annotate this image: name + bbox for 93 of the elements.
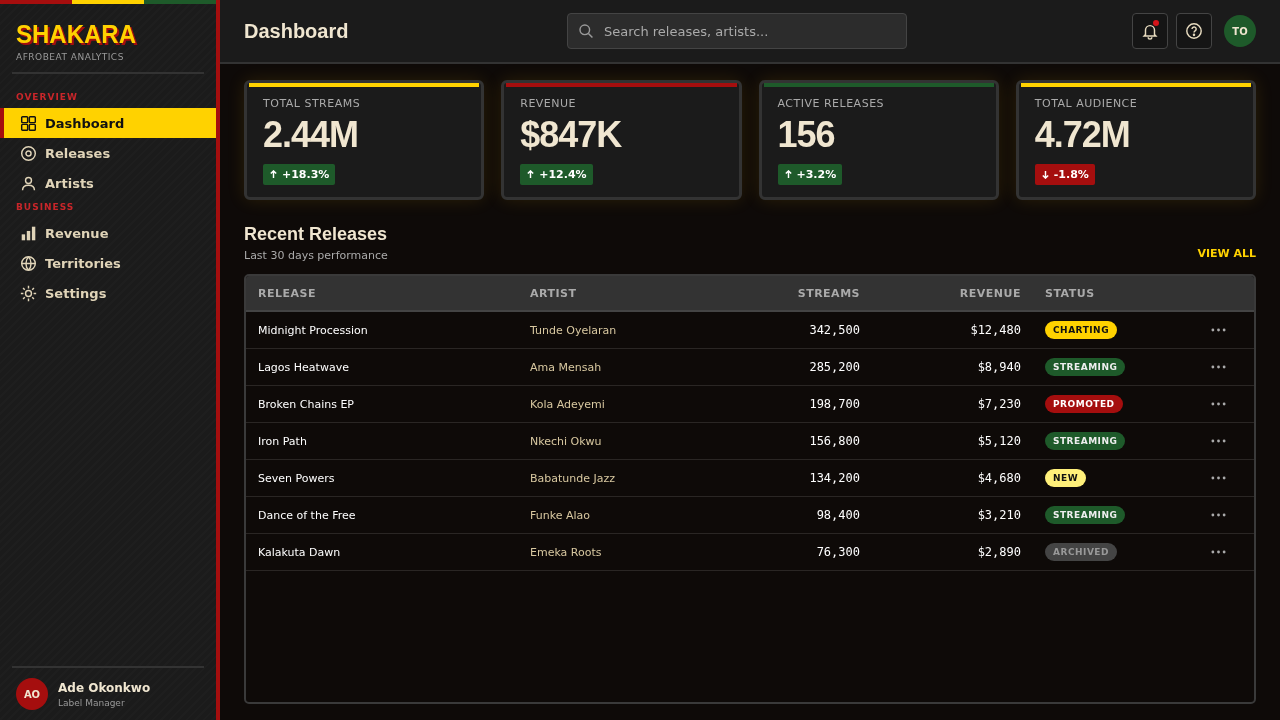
change-badge: -1.8% — [1034, 164, 1095, 185]
user-role: Label Manager — [58, 697, 126, 708]
release-cell-text: Lagos Heatwave — [258, 360, 350, 374]
disc-icon — [20, 144, 37, 162]
revenue-cell-text: $2,890 — [976, 545, 1021, 559]
release-cell-text: Seven Powers — [258, 471, 336, 485]
stat-label: TOTAL STREAMS — [263, 97, 362, 110]
artist-cell-text: Emeka Roots — [530, 545, 603, 559]
column-header: STREAMS — [796, 286, 860, 300]
streams-cell-text: 134,200 — [808, 471, 860, 485]
change-badge: +3.2% — [777, 164, 843, 185]
view-all-link[interactable]: VIEW ALL — [1197, 247, 1256, 260]
notification-button[interactable] — [1132, 13, 1168, 49]
status-badge: NEW — [1045, 469, 1087, 487]
change-badge: +18.3% — [263, 164, 336, 185]
status-badge: CHARTING — [1045, 321, 1118, 339]
stat-value: 4.72M — [1034, 114, 1131, 156]
search-field[interactable]: Search releases, artists... — [567, 13, 907, 49]
column-header: REVENUE — [958, 286, 1021, 300]
stat-value: 156 — [777, 114, 836, 156]
help-icon — [1185, 22, 1203, 40]
sun-icon — [20, 284, 37, 302]
brand-logo: SHAKARA — [16, 18, 136, 50]
user-avatar: AO — [16, 678, 48, 710]
globe-icon — [20, 254, 37, 272]
status-badge: STREAMING — [1045, 432, 1126, 450]
nav-item[interactable]: Revenue — [0, 218, 216, 248]
streams-cell-text: 156,800 — [808, 434, 860, 448]
artist-cell-text: Funke Alao — [530, 508, 591, 522]
more-icon[interactable] — [1211, 513, 1226, 517]
streams-cell-text: 98,400 — [815, 508, 860, 522]
up-arrow-icon — [269, 170, 278, 179]
more-icon[interactable] — [1211, 365, 1226, 369]
nav-item[interactable]: Settings — [0, 278, 216, 308]
artist-cell-text: Kola Adeyemi — [530, 397, 606, 411]
stat-value: 2.44M — [263, 114, 360, 156]
search-icon — [578, 23, 594, 39]
revenue-cell-text: $3,210 — [976, 508, 1021, 522]
up-arrow-icon — [783, 170, 793, 179]
streams-cell-text: 342,500 — [808, 323, 860, 337]
revenue-cell-text: $4,680 — [976, 471, 1021, 485]
status-badge: STREAMING — [1045, 358, 1126, 376]
revenue-cell-text: $12,480 — [969, 323, 1021, 337]
more-icon[interactable] — [1211, 550, 1226, 554]
status-badge: PROMOTED — [1045, 395, 1123, 413]
nav-item[interactable]: Territories — [0, 248, 216, 278]
revenue-cell-text: $7,230 — [976, 397, 1021, 411]
more-icon[interactable] — [1211, 476, 1226, 480]
bar-chart-icon — [20, 224, 37, 242]
user-avatar[interactable]: TO — [1224, 15, 1256, 47]
streams-cell-text: 198,700 — [808, 397, 860, 411]
nav-section-title: BUSINESS — [15, 201, 76, 214]
more-icon[interactable] — [1211, 328, 1226, 332]
change-badge: +12.4% — [520, 164, 593, 185]
column-header: ARTIST — [530, 286, 578, 300]
user-name: Ade Okonkwo — [58, 680, 151, 695]
nav-item[interactable]: Artists — [0, 168, 216, 198]
stat-label: REVENUE — [520, 97, 578, 110]
artist-cell-text: Tunde Oyelaran — [530, 323, 618, 337]
status-badge: STREAMING — [1045, 506, 1126, 524]
help-button[interactable] — [1176, 13, 1212, 49]
artist-cell-text: Ama Mensah — [530, 360, 603, 374]
more-icon[interactable] — [1211, 439, 1226, 443]
release-cell-text: Iron Path — [258, 434, 308, 448]
section-title: Recent Releases — [244, 224, 388, 245]
up-arrow-icon — [526, 170, 536, 179]
nav-item[interactable]: Dashboard — [0, 108, 216, 138]
column-header: RELEASE — [258, 286, 317, 300]
bell-icon — [1141, 22, 1159, 40]
streams-cell-text: 285,200 — [808, 360, 860, 374]
release-cell-text: Midnight Procession — [258, 323, 369, 337]
grid-icon — [20, 114, 37, 132]
page-title: Dashboard — [244, 19, 350, 43]
stat-label: TOTAL AUDIENCE — [1034, 97, 1139, 110]
nav-section-title: OVERVIEW — [15, 91, 79, 104]
artist-cell-text: Babatunde Jazz — [530, 471, 617, 485]
release-cell-text: Broken Chains EP — [258, 397, 355, 411]
brand-tagline: AFROBEAT ANALYTICS — [16, 52, 125, 62]
more-icon[interactable] — [1211, 402, 1226, 406]
revenue-cell-text: $8,940 — [976, 360, 1021, 374]
section-subtitle: Last 30 days performance — [244, 249, 388, 262]
artist-cell-text: Nkechi Okwu — [530, 434, 603, 448]
revenue-cell-text: $5,120 — [976, 434, 1021, 448]
stat-value: $847K — [520, 114, 623, 156]
stat-label: ACTIVE RELEASES — [777, 97, 886, 110]
person-icon — [20, 174, 37, 192]
down-arrow-icon — [1040, 170, 1050, 179]
nav-item[interactable]: Releases — [0, 138, 216, 168]
release-cell-text: Dance of the Free — [258, 508, 357, 522]
status-badge: ARCHIVED — [1045, 543, 1117, 561]
column-header: STATUS — [1044, 286, 1096, 300]
streams-cell-text: 76,300 — [815, 545, 860, 559]
release-cell-text: Kalakuta Dawn — [258, 545, 342, 559]
